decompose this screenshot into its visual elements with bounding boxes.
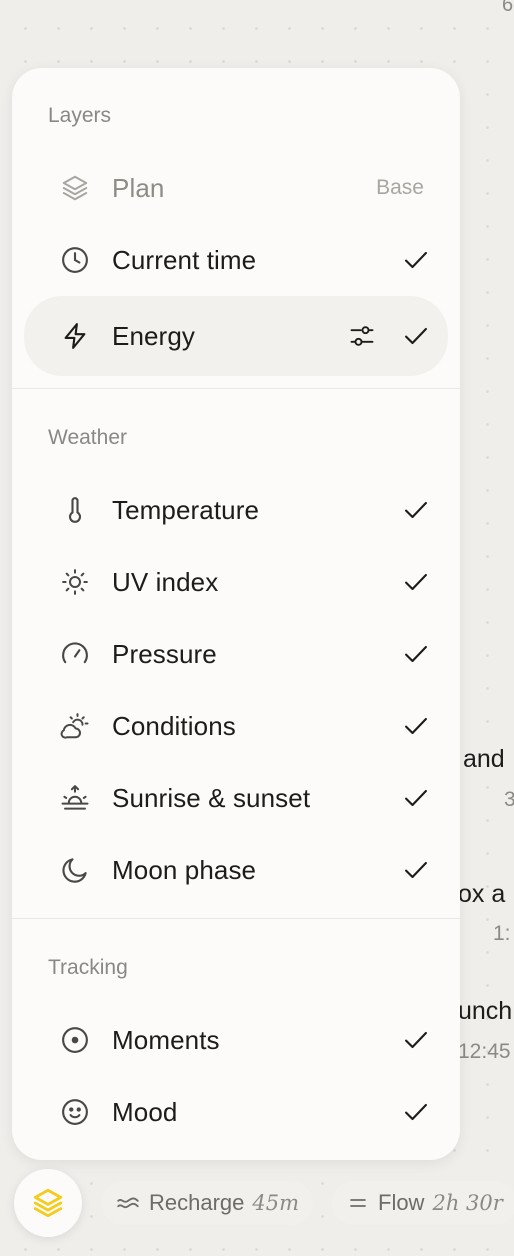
event-time: 3 [504, 788, 514, 811]
event-title[interactable]: unch [458, 997, 512, 1026]
smiley-icon [60, 1097, 90, 1127]
layer-item-label: Conditions [112, 710, 236, 741]
chip-label: Flow [378, 1190, 425, 1215]
layer-item-label: Sunrise & sunset [112, 782, 311, 813]
layer-item-label: Moon phase [112, 854, 257, 885]
partly-cloudy-icon [60, 711, 90, 741]
divider [12, 918, 460, 919]
layer-item-current-time[interactable]: Current time [24, 224, 448, 296]
flow-chip[interactable]: Flow 2h 30r [332, 1181, 514, 1225]
layer-item-label: Pressure [112, 638, 217, 669]
layers-button[interactable] [14, 1169, 82, 1237]
section-title-weather: Weather [48, 426, 127, 449]
layer-item-moments[interactable]: Moments [24, 1004, 448, 1076]
event-title[interactable]: ox a [458, 880, 505, 909]
equals-icon [346, 1191, 370, 1215]
target-icon [60, 1025, 90, 1055]
layer-item-label: Plan [112, 172, 165, 203]
layer-item-label: Moments [112, 1024, 220, 1055]
layer-item-sunrise-sunset[interactable]: Sunrise & sunset [24, 762, 448, 834]
layer-item-conditions[interactable]: Conditions [24, 690, 448, 762]
lightning-icon [60, 321, 90, 351]
checkmark-icon [402, 712, 430, 740]
layer-item-label: Current time [112, 244, 257, 275]
layers-icon [31, 1186, 65, 1220]
layer-item-temperature[interactable]: Temperature [24, 474, 448, 546]
layer-item-label: Energy [112, 320, 195, 351]
recharge-chip[interactable]: Recharge 45m [101, 1181, 314, 1225]
checkmark-icon [402, 1026, 430, 1054]
layer-item-plan[interactable]: Plan Base [24, 152, 448, 224]
thermometer-icon [60, 495, 90, 525]
layer-item-label: UV index [112, 566, 219, 597]
layer-item-energy[interactable]: Energy [24, 296, 448, 376]
checkmark-icon [402, 1098, 430, 1126]
checkmark-icon [402, 784, 430, 812]
divider [12, 388, 460, 389]
checkmark-icon [402, 246, 430, 274]
chip-duration: 2h 30r [432, 1191, 503, 1215]
checkmark-icon [402, 856, 430, 884]
waves-icon [115, 1190, 141, 1216]
section-title-layers: Layers [48, 104, 112, 127]
moon-icon [60, 855, 90, 885]
event-time: 12:45 [458, 1040, 511, 1063]
layer-item-uv-index[interactable]: UV index [24, 546, 448, 618]
chip-duration: 45m [252, 1191, 300, 1215]
layers-icon [60, 173, 90, 203]
layer-item-moon-phase[interactable]: Moon phase [24, 834, 448, 906]
chip-label: Recharge [149, 1190, 245, 1215]
gauge-icon [60, 639, 90, 669]
layer-item-mood[interactable]: Mood [24, 1076, 448, 1148]
base-badge: Base [376, 176, 424, 199]
sliders-icon[interactable] [348, 322, 376, 350]
event-title[interactable]: and [463, 745, 505, 774]
checkmark-icon [402, 322, 430, 350]
section-title-tracking: Tracking [48, 956, 128, 979]
clock-icon [60, 245, 90, 275]
layers-panel: Layers Plan Base Current time Energy Wea… [12, 68, 460, 1160]
layer-item-label: Temperature [112, 494, 260, 525]
layer-item-pressure[interactable]: Pressure [24, 618, 448, 690]
sunrise-icon [60, 783, 90, 813]
sun-icon [60, 567, 90, 597]
checkmark-icon [402, 496, 430, 524]
background-number: 6 [502, 0, 514, 16]
checkmark-icon [402, 568, 430, 596]
checkmark-icon [402, 640, 430, 668]
event-time: 1: [493, 922, 511, 945]
layer-item-label: Mood [112, 1096, 178, 1127]
